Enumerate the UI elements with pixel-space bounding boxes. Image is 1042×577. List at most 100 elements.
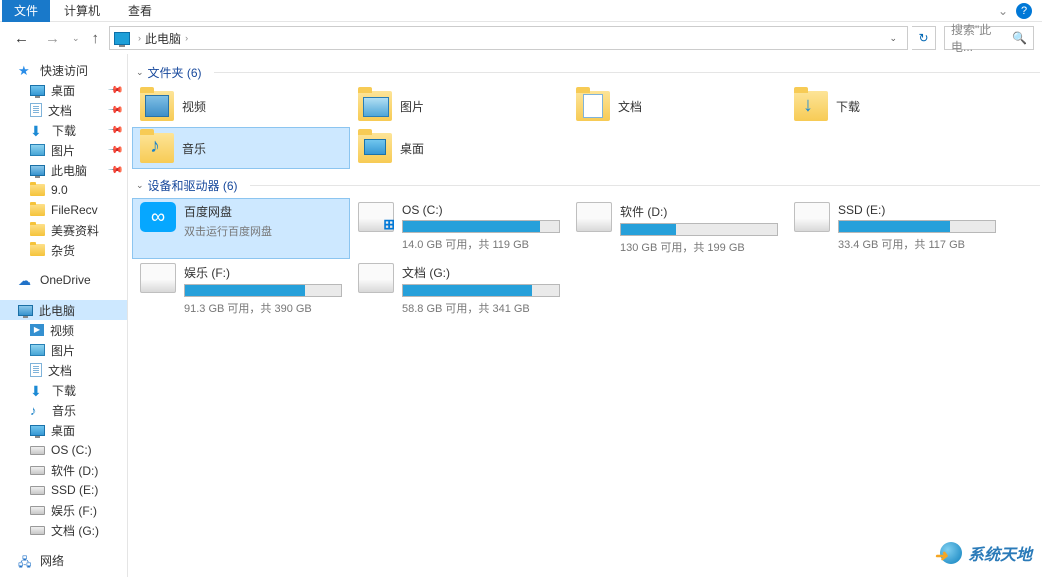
pictures-folder-icon (358, 91, 392, 121)
drive-icon (794, 202, 830, 232)
baidu-icon: ∞ (140, 202, 176, 232)
sidebar-item-documents[interactable]: 文档📌 (0, 100, 127, 120)
breadcrumb-sep-icon[interactable]: › (134, 33, 145, 43)
item-label: 桌面 (400, 140, 424, 157)
folder-pictures[interactable]: 图片 (350, 85, 568, 127)
drive-subtitle: 91.3 GB 可用，共 390 GB (184, 300, 342, 316)
drive-e[interactable]: SSD (E:) 33.4 GB 可用，共 117 GB (786, 198, 1004, 259)
disk-icon (30, 446, 45, 455)
disk-icon (30, 466, 45, 475)
download-icon: ⬇ (30, 383, 46, 397)
sidebar-item-desktop[interactable]: 桌面📌 (0, 80, 127, 100)
drive-f[interactable]: 娱乐 (F:) 91.3 GB 可用，共 390 GB (132, 259, 350, 320)
group-title: 文件夹 (6) (148, 64, 202, 81)
menu-file[interactable]: 文件 (2, 0, 50, 22)
folder-icon (30, 184, 45, 196)
item-label: 视频 (182, 98, 206, 115)
sidebar-quick-access[interactable]: ★ 快速访问 (0, 60, 127, 80)
sidebar-onedrive[interactable]: ☁OneDrive (0, 270, 127, 290)
sidebar-item-drive-f[interactable]: 娱乐 (F:) (0, 500, 127, 520)
item-label: 百度网盘 (184, 203, 342, 220)
sidebar-item-folder[interactable]: 美赛资料 (0, 220, 127, 240)
drive-c[interactable]: OS (C:) 14.0 GB 可用，共 119 GB (350, 198, 568, 259)
folder-desktop[interactable]: 桌面 (350, 127, 568, 169)
sidebar-item-pictures[interactable]: 图片 (0, 340, 127, 360)
content-pane: ⌄ 文件夹 (6) 视频 图片 文档 下载 音乐 桌面 ⌄ 设备和驱动器 (6)… (128, 54, 1042, 577)
sidebar-item-drive-d[interactable]: 软件 (D:) (0, 460, 127, 480)
sidebar-item-label: 网络 (40, 552, 64, 569)
search-placeholder: 搜索"此电... (951, 21, 1012, 55)
menu-computer[interactable]: 计算机 (50, 0, 114, 22)
sidebar-item-thispc[interactable]: 此电脑 📌 (0, 160, 127, 180)
group-title: 设备和驱动器 (6) (148, 177, 238, 194)
sidebar-item-drive-e[interactable]: SSD (E:) (0, 480, 127, 500)
sidebar-item-music[interactable]: ♪音乐 (0, 400, 127, 420)
folder-videos[interactable]: 视频 (132, 85, 350, 127)
sidebar-item-label: 杂货 (51, 242, 75, 259)
folder-downloads[interactable]: 下载 (786, 85, 1004, 127)
drive-d[interactable]: 软件 (D:) 130 GB 可用，共 199 GB (568, 198, 786, 259)
group-header-folders[interactable]: ⌄ 文件夹 (6) (128, 62, 1040, 85)
sidebar-item-pictures[interactable]: 图片📌 (0, 140, 127, 160)
sidebar-item-documents[interactable]: 文档 (0, 360, 127, 380)
group-header-drives[interactable]: ⌄ 设备和驱动器 (6) (128, 175, 1040, 198)
download-icon: ⬇ (30, 123, 46, 137)
capacity-bar (184, 284, 342, 297)
sidebar-label: 快速访问 (40, 62, 88, 79)
documents-folder-icon (576, 91, 610, 121)
videos-folder-icon (140, 91, 174, 121)
sidebar-item-drive-g[interactable]: 文档 (G:) (0, 520, 127, 540)
sidebar-this-pc[interactable]: 此电脑 (0, 300, 127, 320)
nav-back-icon[interactable]: ← (8, 30, 35, 47)
sidebar-item-label: 图片 (51, 342, 75, 359)
star-icon: ★ (18, 63, 34, 77)
desktop-icon (30, 85, 45, 96)
pictures-icon (30, 144, 45, 156)
sidebar-item-folder[interactable]: FileRecv (0, 200, 127, 220)
music-folder-icon (140, 133, 174, 163)
drive-label: 文档 (G:) (402, 264, 560, 281)
sidebar-item-desktop[interactable]: 桌面 (0, 420, 127, 440)
help-icon[interactable]: ? (1016, 3, 1032, 19)
item-label: 文档 (618, 98, 642, 115)
disk-icon (30, 486, 45, 495)
ribbon-toggle-icon[interactable]: ⌄ (990, 4, 1016, 18)
sidebar-item-label: 音乐 (52, 402, 76, 419)
sidebar-item-downloads[interactable]: ⬇下载 (0, 380, 127, 400)
address-bar[interactable]: › 此电脑 › ⌄ (109, 26, 908, 50)
folder-music[interactable]: 音乐 (132, 127, 350, 169)
watermark: ➜ 系统天地 (940, 541, 1032, 565)
desktop-folder-icon (358, 133, 392, 163)
sidebar-item-label: 文档 (48, 102, 72, 119)
breadcrumb-sep-icon[interactable]: › (181, 33, 192, 43)
nav-history-icon[interactable]: ⌄ (70, 33, 82, 44)
sidebar-network[interactable]: 🖧网络 (0, 550, 127, 570)
item-label: 音乐 (182, 140, 206, 157)
sidebar-item-videos[interactable]: ▶视频 (0, 320, 127, 340)
sidebar-item-label: 此电脑 (51, 162, 87, 179)
pc-icon (30, 165, 45, 176)
drive-label: OS (C:) (402, 203, 560, 217)
disk-icon (30, 506, 45, 515)
sidebar-item-label: 图片 (51, 142, 75, 159)
sidebar-item-drive-c[interactable]: OS (C:) (0, 440, 127, 460)
drive-g[interactable]: 文档 (G:) 58.8 GB 可用，共 341 GB (350, 259, 568, 320)
sidebar-item-folder[interactable]: 9.0 (0, 180, 127, 200)
drive-icon (358, 202, 394, 232)
sidebar-item-downloads[interactable]: ⬇下载📌 (0, 120, 127, 140)
nav-forward-icon: → (39, 30, 66, 47)
capacity-fill (839, 221, 950, 232)
pin-icon: 📌 (106, 162, 123, 179)
disk-icon (30, 526, 45, 535)
item-baidu-netdisk[interactable]: ∞ 百度网盘 双击运行百度网盘 (132, 198, 350, 259)
folder-documents[interactable]: 文档 (568, 85, 786, 127)
capacity-bar (838, 220, 996, 233)
nav-up-icon[interactable]: ↑ (86, 30, 106, 47)
breadcrumb-this-pc[interactable]: 此电脑 (145, 30, 181, 47)
address-dropdown-icon[interactable]: ⌄ (883, 33, 903, 44)
refresh-button[interactable]: ↻ (912, 26, 936, 50)
search-input[interactable]: 搜索"此电... 🔍 (944, 26, 1034, 50)
sidebar-item-folder[interactable]: 杂货 (0, 240, 127, 260)
menu-view[interactable]: 查看 (114, 0, 166, 22)
drive-label: SSD (E:) (838, 203, 996, 217)
